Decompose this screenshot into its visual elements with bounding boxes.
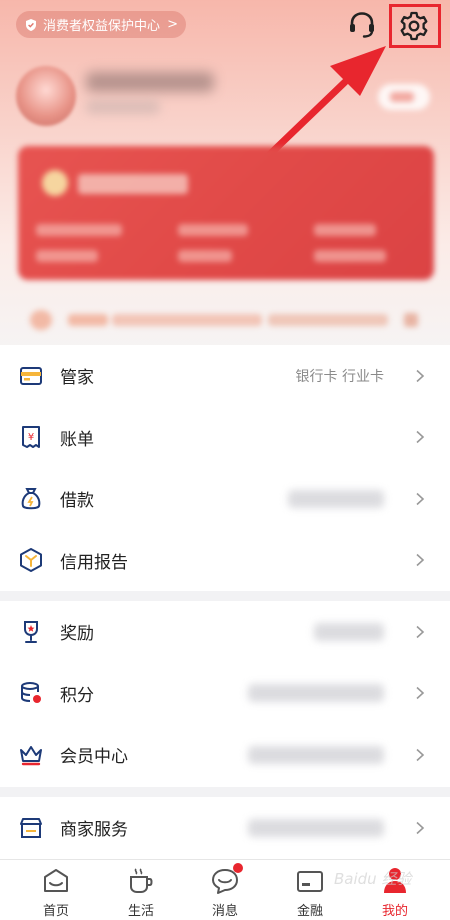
menu-item-label: 会员中心 <box>60 747 128 768</box>
chevron-right-icon <box>416 748 425 761</box>
menu-item-label: 管家 <box>60 368 94 389</box>
blurred-value <box>248 818 384 837</box>
menu-section-3: 商家服务 <box>0 797 450 859</box>
menu-item-label: 商家服务 <box>60 820 128 841</box>
home-icon <box>44 869 68 892</box>
chevron-right-icon <box>416 625 425 638</box>
tab-label: 生活 <box>127 904 154 919</box>
tab-messages[interactable]: 消息 <box>183 860 267 920</box>
blurred-value <box>248 684 384 703</box>
chevron-right-icon <box>416 554 425 567</box>
blurred-value <box>248 745 384 764</box>
member-card[interactable] <box>18 146 434 280</box>
bill-icon: ¥ <box>22 426 40 449</box>
menu-item-rewards[interactable]: 奖励 <box>0 601 450 663</box>
menu-item-label: 借款 <box>60 491 94 512</box>
tab-life[interactable]: 生活 <box>99 860 183 920</box>
tab-label: 金融 <box>296 904 323 919</box>
watermark: Baidu 经验 <box>334 870 412 888</box>
chevron-right-icon <box>416 431 425 444</box>
menu-item-label: 信用报告 <box>60 552 128 573</box>
tab-label: 我的 <box>381 904 408 919</box>
menu-item-bill[interactable]: ¥ 账单 <box>0 407 450 469</box>
svg-text:¥: ¥ <box>28 432 34 443</box>
tab-label: 消息 <box>211 904 238 919</box>
cup-icon <box>130 868 153 893</box>
wallet-icon <box>297 871 323 892</box>
chevron-right-icon <box>416 687 425 700</box>
menu-section-2: 奖励 积分 会员中心 <box>0 601 450 787</box>
profile-action-button[interactable] <box>378 84 430 110</box>
chevron-right-icon <box>416 821 425 834</box>
tab-home[interactable]: 首页 <box>14 860 98 920</box>
notification-dot <box>233 863 243 873</box>
trophy-icon <box>24 620 38 643</box>
menu-item-label: 积分 <box>60 685 94 706</box>
blurred-value <box>314 622 384 641</box>
user-name-blurred <box>86 72 214 92</box>
menu-item-label: 奖励 <box>60 624 94 645</box>
hexagon-icon <box>20 548 42 573</box>
avatar[interactable] <box>16 66 76 126</box>
tab-label: 首页 <box>42 904 69 919</box>
menu-item-merchant-service[interactable]: 商家服务 <box>0 797 450 859</box>
chevron-right-icon <box>416 369 425 382</box>
crown-icon <box>20 745 42 765</box>
menu-item-butler[interactable]: 管家 银行卡 行业卡 <box>0 345 450 407</box>
user-subtitle-blurred <box>86 100 160 114</box>
chevron-right-icon <box>416 492 425 505</box>
store-icon <box>20 817 42 838</box>
blurred-value <box>288 489 384 508</box>
menu-item-points[interactable]: 积分 <box>0 663 450 725</box>
card-icon <box>20 366 42 385</box>
menu-item-value: 银行卡 行业卡 <box>295 368 384 385</box>
menu-item-loan[interactable]: 借款 <box>0 468 450 530</box>
menu-item-credit-report[interactable]: 信用报告 <box>0 530 450 592</box>
menu-section-1: 管家 银行卡 行业卡 ¥ 账单 借款 信用报告 <box>0 345 450 591</box>
menu-item-label: 账单 <box>60 429 94 450</box>
promo-banner[interactable] <box>18 300 434 340</box>
menu-item-member-center[interactable]: 会员中心 <box>0 724 450 786</box>
coins-icon <box>21 682 41 704</box>
money-bag-icon <box>21 487 41 509</box>
